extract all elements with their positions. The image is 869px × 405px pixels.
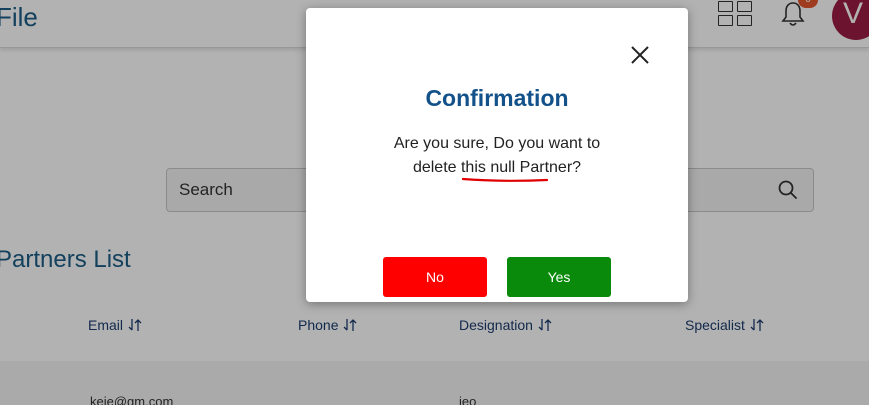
red-underline-annotation (462, 177, 548, 182)
dialog-message: Are you sure, Do you want to delete this… (366, 132, 628, 180)
dialog-message-line: Are you sure, Do you want to (393, 135, 601, 152)
yes-button[interactable]: Yes (507, 257, 611, 297)
confirmation-dialog: Confirmation Are you sure, Do you want t… (306, 8, 688, 302)
dialog-title: Confirmation (425, 85, 569, 111)
close-icon[interactable] (628, 43, 652, 67)
no-button[interactable]: No (383, 257, 487, 297)
